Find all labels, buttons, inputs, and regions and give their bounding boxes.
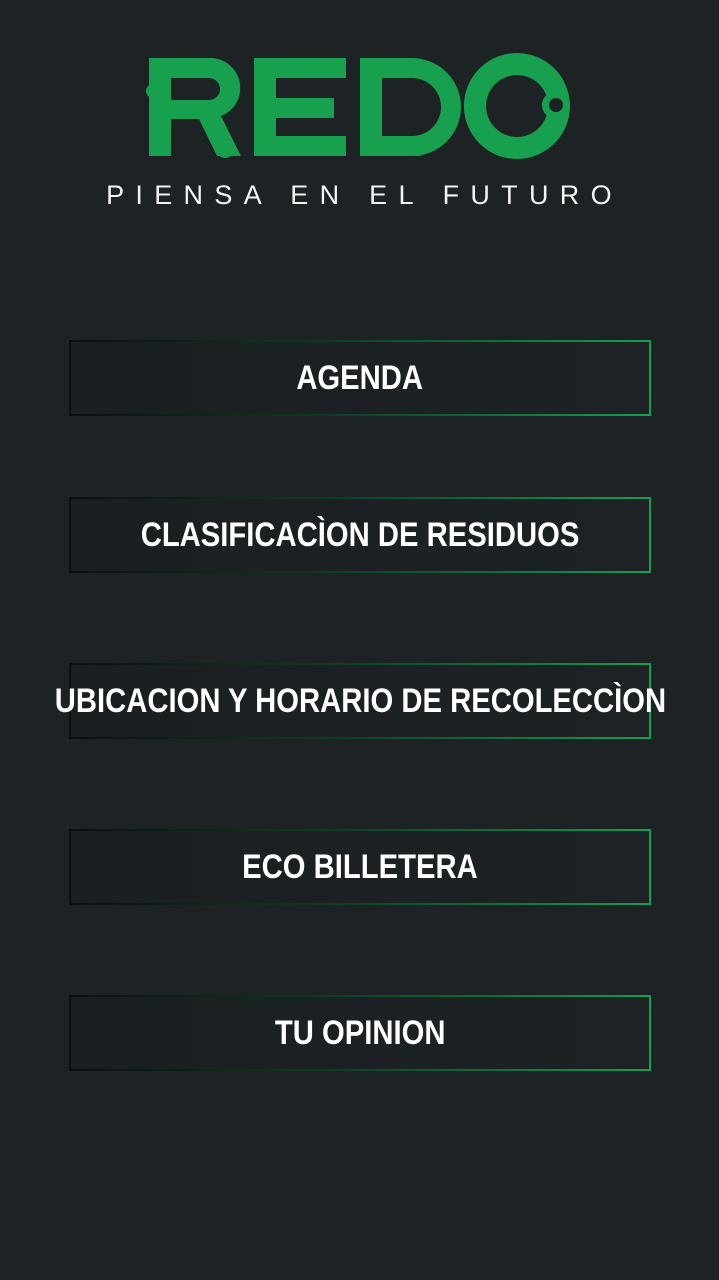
waste-classification-button-label: CLASIFICACÌON DE RESIDUOS [140, 515, 580, 554]
eco-wallet-button[interactable]: ECO BILLETERA [69, 829, 651, 905]
agenda-button[interactable]: AGENDA [69, 340, 651, 416]
tagline: PIENSA EN EL FUTURO [106, 180, 623, 210]
collection-location-schedule-button[interactable]: UBICACION Y HORARIO DE RECOLECCÌON [54, 663, 666, 739]
redo-logo [146, 53, 570, 159]
eco-wallet-button-label: ECO BILLETERA [242, 847, 478, 886]
collection-location-schedule-button-label: UBICACION Y HORARIO DE RECOLECCÌON [54, 681, 666, 720]
your-opinion-button[interactable]: TU OPINION [69, 995, 651, 1071]
waste-classification-button[interactable]: CLASIFICACÌON DE RESIDUOS [69, 497, 651, 573]
agenda-button-label: AGENDA [296, 358, 424, 397]
your-opinion-button-label: TU OPINION [274, 1013, 446, 1052]
redo-logo-mark [146, 53, 570, 159]
app-header: PIENSA EN EL FUTURO [0, 0, 719, 240]
